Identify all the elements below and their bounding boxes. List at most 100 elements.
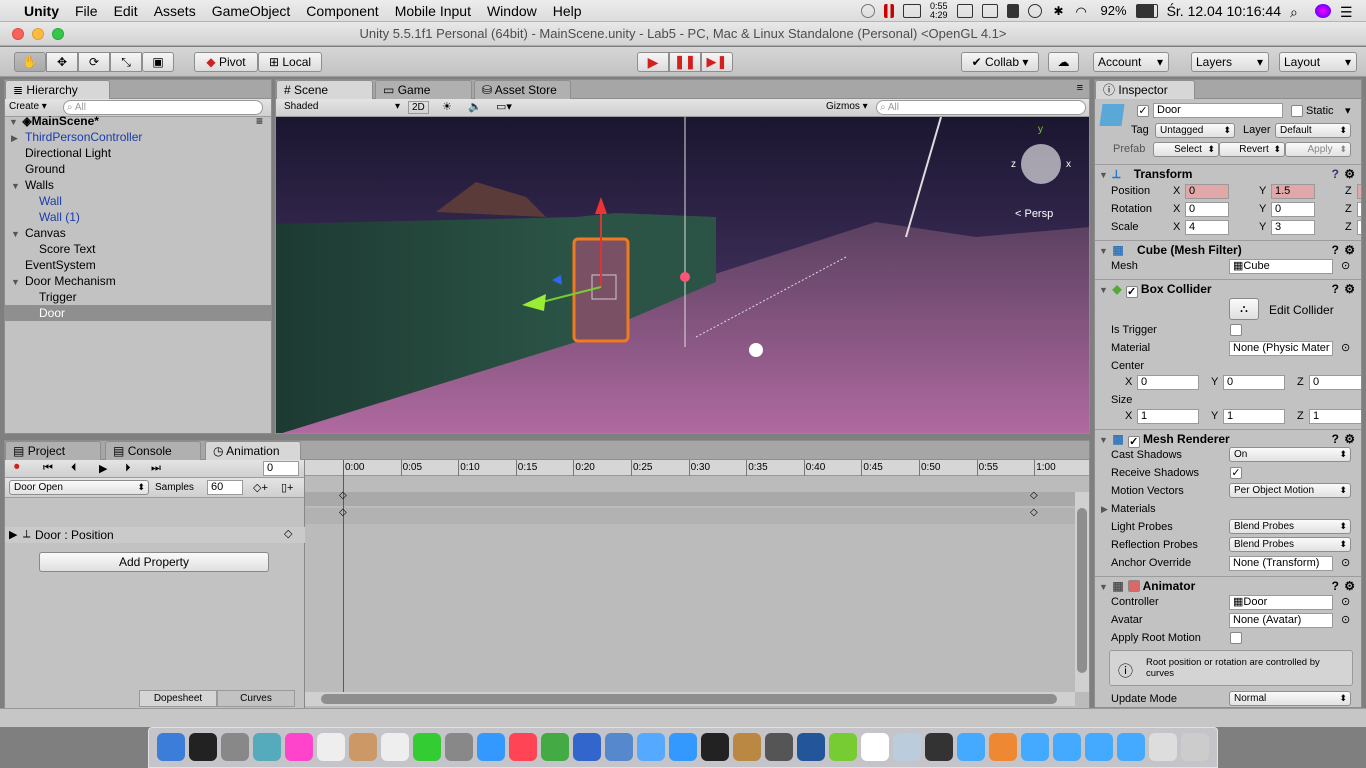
layout-dropdown[interactable]: Layout ▾ bbox=[1279, 52, 1357, 72]
dock-app-icon[interactable] bbox=[253, 733, 281, 761]
audio-toggle-icon[interactable]: 🔈 bbox=[468, 100, 482, 113]
dock-app-icon[interactable] bbox=[605, 733, 633, 761]
next-key-button[interactable]: ⏵ bbox=[125, 462, 131, 475]
first-key-button[interactable]: ⏮ bbox=[43, 462, 53, 475]
static-checkbox[interactable] bbox=[1291, 105, 1303, 117]
spotlight-icon[interactable]: ⌕ bbox=[1290, 4, 1306, 20]
hierarchy-item[interactable]: ▶ ThirdPersonController bbox=[5, 129, 271, 145]
dock-app-icon[interactable] bbox=[733, 733, 761, 761]
dock-app-icon[interactable] bbox=[701, 733, 729, 761]
expand-arrow-icon[interactable]: ▶ bbox=[11, 130, 21, 146]
horizontal-scrollbar[interactable] bbox=[305, 692, 1075, 706]
animator-header[interactable]: ▼ ▦ Animator? ⚙ bbox=[1095, 576, 1361, 594]
close-window-button[interactable] bbox=[12, 28, 24, 40]
last-key-button[interactable]: ⏭ bbox=[151, 462, 161, 475]
box-collider-header[interactable]: ▼ ◆ ✓ Box Collider? ⚙ bbox=[1095, 279, 1361, 298]
play-anim-button[interactable]: ▶ bbox=[99, 462, 107, 475]
scrollbar-thumb[interactable] bbox=[1077, 508, 1087, 673]
pause-button[interactable]: ❚❚ bbox=[669, 52, 701, 72]
property-row[interactable]: ▶ ⟂ Door : Position ◇ bbox=[5, 527, 305, 543]
tab-inspector[interactable]: ⓘ Inspector bbox=[1095, 80, 1195, 99]
hierarchy-item[interactable]: ▼ Door Mechanism bbox=[5, 273, 271, 289]
vector-component-input[interactable]: 0 bbox=[1185, 184, 1229, 199]
motion-vectors-dropdown[interactable]: Per Object Motion bbox=[1229, 483, 1351, 498]
object-name-input[interactable]: Door bbox=[1153, 103, 1283, 118]
hierarchy-item[interactable]: Wall (1) bbox=[5, 209, 271, 225]
tab-project[interactable]: ▤ Project bbox=[5, 441, 101, 460]
pause-recording-icon[interactable] bbox=[884, 3, 894, 18]
rotate-tool-button[interactable]: ⟳ bbox=[78, 52, 110, 72]
dopesheet-tab[interactable]: Dopesheet bbox=[139, 690, 217, 707]
step-button[interactable]: ▶❚ bbox=[701, 52, 733, 72]
dock-app-icon[interactable] bbox=[1117, 733, 1145, 761]
key-diamond-icon[interactable]: ◇ bbox=[284, 527, 292, 540]
animator-enabled-checkbox[interactable] bbox=[1127, 580, 1140, 592]
menu-mobile-input[interactable]: Mobile Input bbox=[387, 3, 479, 19]
dictation-icon[interactable] bbox=[861, 3, 875, 18]
update-mode-dropdown[interactable]: Normal bbox=[1229, 691, 1351, 706]
scene-menu-icon[interactable]: ≡ bbox=[256, 113, 263, 129]
layers-dropdown[interactable]: Layers ▾ bbox=[1191, 52, 1269, 72]
dock-app-icon[interactable] bbox=[829, 733, 857, 761]
dock-app-icon[interactable] bbox=[381, 733, 409, 761]
menu-file[interactable]: File bbox=[67, 3, 106, 19]
menu-assets[interactable]: Assets bbox=[146, 3, 204, 19]
dock-app-icon[interactable] bbox=[1021, 733, 1049, 761]
light-probes-dropdown[interactable]: Blend Probes bbox=[1229, 519, 1351, 534]
pivot-toggle[interactable]: ◆ Pivot bbox=[194, 52, 258, 72]
clip-dropdown[interactable]: Door Open bbox=[9, 480, 149, 495]
dock-app-icon[interactable] bbox=[765, 733, 793, 761]
expand-arrow-icon[interactable]: ▼ bbox=[11, 178, 21, 194]
help-icon[interactable]: ? bbox=[1332, 241, 1339, 259]
menu-help[interactable]: Help bbox=[545, 3, 590, 19]
dock-app-icon[interactable] bbox=[1053, 733, 1081, 761]
notification-center-icon[interactable]: ☰ bbox=[1340, 4, 1356, 20]
vector-component-input[interactable]: 1 bbox=[1223, 409, 1285, 424]
vector-component-input[interactable]: 0 bbox=[1357, 202, 1361, 217]
vector-component-input[interactable]: -1.35 bbox=[1357, 184, 1361, 199]
hierarchy-item[interactable]: Wall bbox=[5, 193, 271, 209]
mesh-filter-header[interactable]: ▼ ▦ Cube (Mesh Filter)? ⚙ bbox=[1095, 240, 1361, 258]
panel-menu-icon[interactable]: ≡ bbox=[1077, 82, 1083, 94]
object-picker-icon[interactable]: ⊙ bbox=[1341, 556, 1350, 569]
tab-animation[interactable]: ◷ Animation bbox=[205, 441, 301, 460]
vector-component-input[interactable]: 0 bbox=[1185, 202, 1229, 217]
clock[interactable]: Śr. 12.04 10:16:44 bbox=[1167, 3, 1281, 19]
record-button[interactable]: ⏺ bbox=[14, 461, 20, 474]
dock-app-icon[interactable] bbox=[861, 733, 889, 761]
add-keyframe-icon[interactable]: ◇+ bbox=[253, 481, 268, 494]
dock-app-icon[interactable] bbox=[1085, 733, 1113, 761]
active-checkbox[interactable]: ✓ bbox=[1137, 105, 1149, 117]
dock-app-icon[interactable] bbox=[637, 733, 665, 761]
prefab-apply-button[interactable]: Apply bbox=[1285, 142, 1351, 157]
keyframe-icon[interactable]: ◇ bbox=[339, 490, 347, 501]
add-event-icon[interactable]: ▯+ bbox=[281, 481, 293, 494]
wifi-icon[interactable]: ◠ bbox=[1076, 4, 1092, 19]
reflection-probes-dropdown[interactable]: Blend Probes bbox=[1229, 537, 1351, 552]
vector-component-input[interactable]: 0 bbox=[1271, 202, 1315, 217]
move-tool-button[interactable]: ✥ bbox=[46, 52, 78, 72]
anchor-override-field[interactable]: None (Transform) bbox=[1229, 556, 1333, 571]
dock-app-icon[interactable] bbox=[189, 733, 217, 761]
hierarchy-item[interactable]: Door bbox=[5, 305, 271, 321]
dock-app-icon[interactable] bbox=[317, 733, 345, 761]
expand-arrow-icon[interactable]: ▼ bbox=[11, 226, 21, 242]
scene-viewport[interactable]: < Persp y z x bbox=[276, 117, 1089, 433]
dock-app-icon[interactable] bbox=[349, 733, 377, 761]
help-icon[interactable]: ? bbox=[1332, 280, 1339, 298]
bluetooth-off-icon[interactable] bbox=[1006, 3, 1019, 18]
add-property-button[interactable]: Add Property bbox=[39, 552, 269, 572]
gear-icon[interactable]: ⚙ bbox=[1344, 280, 1355, 298]
dock-app-icon[interactable] bbox=[285, 733, 313, 761]
lighting-toggle-icon[interactable]: ☀ bbox=[442, 100, 452, 113]
siri-icon[interactable] bbox=[1315, 3, 1331, 18]
menu-edit[interactable]: Edit bbox=[106, 3, 146, 19]
effects-dropdown-icon[interactable]: ▭▾ bbox=[496, 100, 512, 113]
dock-app-icon[interactable] bbox=[573, 733, 601, 761]
vector-component-input[interactable]: 1 bbox=[1137, 409, 1199, 424]
hierarchy-item[interactable]: ▼ Canvas bbox=[5, 225, 271, 241]
materials-foldout[interactable]: ▶ Materials bbox=[1101, 503, 1156, 515]
hierarchy-item[interactable]: EventSystem bbox=[5, 257, 271, 273]
apply-root-motion-checkbox[interactable] bbox=[1230, 632, 1242, 644]
hierarchy-item[interactable]: Score Text bbox=[5, 241, 271, 257]
